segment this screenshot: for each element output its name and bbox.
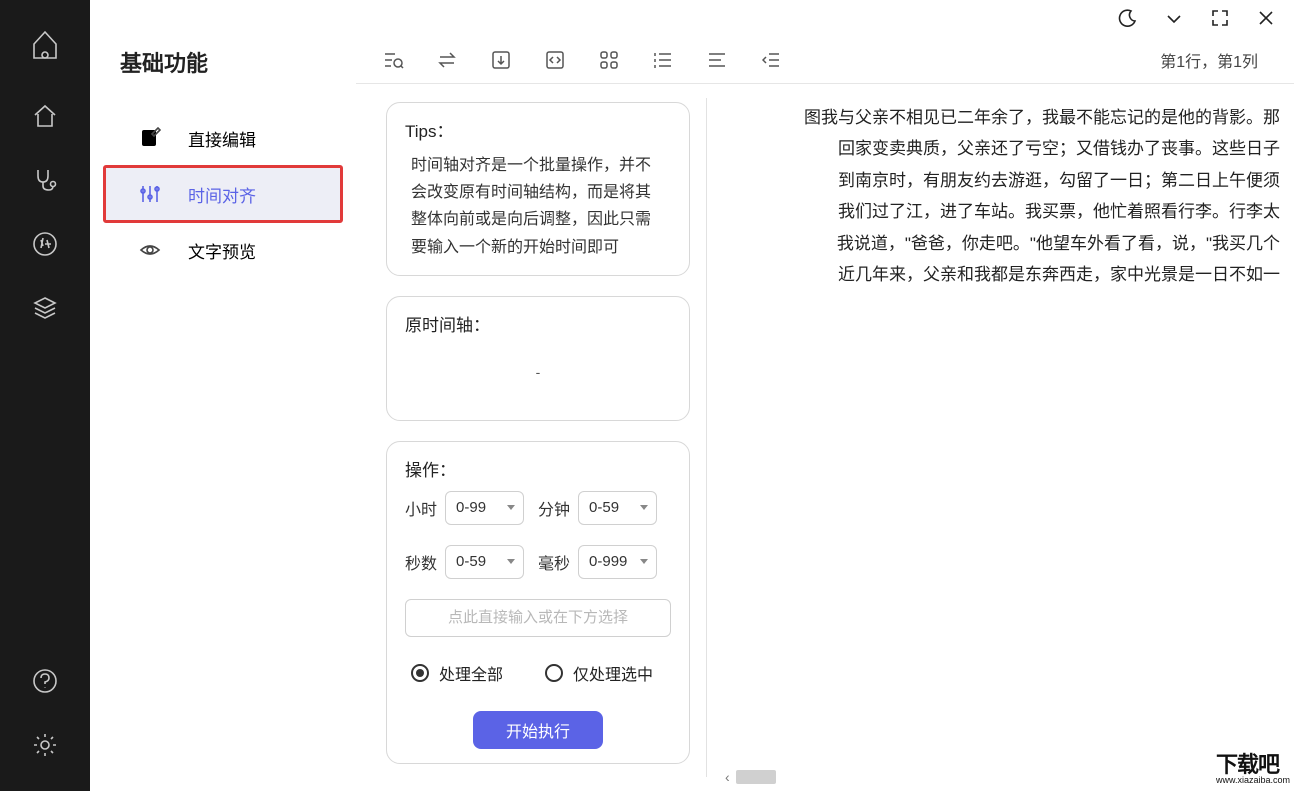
align-list-icon[interactable] [702,45,732,75]
operation-card: 操作： 小时 0-99 分钟 0-59 秒数 0-59 毫秒 0-999 [386,441,690,764]
radio-icon [545,664,563,682]
sidebar-item-label: 文字预览 [188,238,256,263]
sliders-icon [138,182,162,206]
execute-button[interactable]: 开始执行 [473,711,603,749]
maximize-icon[interactable] [1210,8,1230,28]
nav-help[interactable] [27,663,63,699]
radio-process-selected[interactable]: 仅处理选中 [545,661,653,685]
watermark: 下载吧 www.xiazaiba.com [1216,754,1290,785]
code-box-icon[interactable] [540,45,570,75]
operation-title: 操作： [405,456,671,481]
sidebar-title: 基础功能 [90,46,356,78]
ordered-list-icon[interactable] [648,45,678,75]
outdent-icon[interactable] [756,45,786,75]
original-timeline-title: 原时间轴： [405,311,671,336]
theme-toggle-icon[interactable] [1118,8,1138,28]
ms-select[interactable]: 0-999 [578,545,657,579]
grid-icon[interactable] [594,45,624,75]
nav-settings[interactable] [27,727,63,763]
nav-home[interactable] [27,98,63,134]
minute-label: 分钟 [538,496,570,520]
import-icon[interactable] [486,45,516,75]
sidebar-item-text-preview[interactable]: 文字预览 [104,222,342,278]
hour-label: 小时 [405,496,437,520]
nav-diagnose[interactable] [27,162,63,198]
sidebar-item-label: 直接编辑 [188,126,256,151]
radio-icon [411,664,429,682]
sidebar-item-time-align[interactable]: 时间对齐 [104,166,342,222]
radio-label: 仅处理选中 [573,661,653,685]
tips-title: Tips： [405,117,671,142]
horizontal-scrollbar[interactable]: ‹ [725,765,1280,791]
hour-select[interactable]: 0-99 [445,491,524,525]
ms-label: 毫秒 [538,550,570,574]
direct-time-input[interactable] [405,599,671,637]
sidebar-item-direct-edit[interactable]: 直接编辑 [104,110,342,166]
radio-process-all[interactable]: 处理全部 [411,661,503,685]
minute-select[interactable]: 0-59 [578,491,657,525]
tips-body: 时间轴对齐是一个批量操作，并不会改变原有时间轴结构，而是将其整体向前或是向后调整… [405,152,671,261]
text-preview: 图我与父亲不相见已二年余了，我最不能忘记的是他的背影。那 回家变卖典质，父亲还了… [725,102,1280,765]
edit-icon [138,126,162,150]
nav-layers[interactable] [27,290,63,326]
scroll-left-icon[interactable]: ‹ [725,769,730,785]
tips-card: Tips： 时间轴对齐是一个批量操作，并不会改变原有时间轴结构，而是将其整体向前… [386,102,690,276]
second-label: 秒数 [405,550,437,574]
app-logo [28,28,62,62]
original-timeline-card: 原时间轴： - [386,296,690,421]
close-icon[interactable] [1256,8,1276,28]
original-timeline-value: - [405,346,671,406]
search-list-icon[interactable] [378,45,408,75]
radio-label: 处理全部 [439,661,503,685]
cursor-position: 第1行，第1列 [1160,48,1258,72]
swap-icon[interactable] [432,45,462,75]
scroll-thumb[interactable] [736,770,776,784]
second-select[interactable]: 0-59 [445,545,524,579]
sidebar-item-label: 时间对齐 [188,182,256,207]
eye-icon [138,238,162,262]
nav-translate[interactable] [27,226,63,262]
minimize-icon[interactable] [1164,8,1184,28]
